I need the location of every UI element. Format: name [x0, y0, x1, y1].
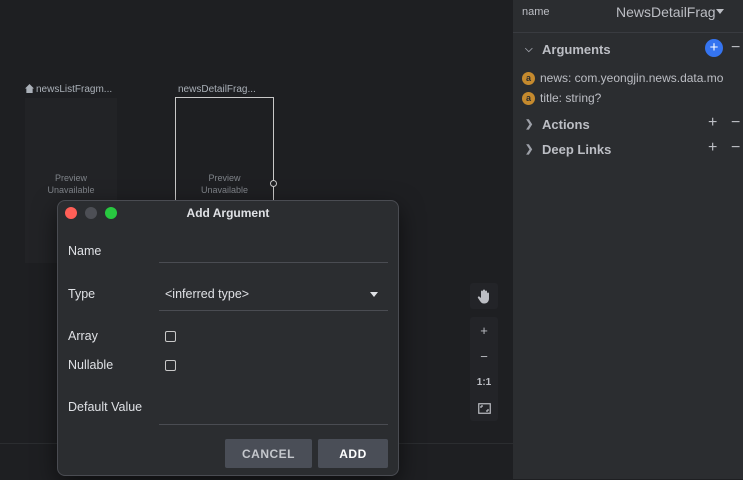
- array-label: Array: [68, 329, 98, 343]
- argument-icon: a: [522, 91, 535, 105]
- action-connector-handle[interactable]: [270, 180, 277, 187]
- type-select-underline: [159, 310, 388, 311]
- preview-line: Preview: [54, 173, 87, 183]
- divider: [513, 32, 743, 33]
- pan-toolbar: [470, 283, 498, 309]
- array-checkbox[interactable]: [165, 331, 176, 342]
- zoom-toolbar: + − 1:1: [470, 317, 498, 421]
- add-argument-button[interactable]: +: [705, 39, 723, 57]
- type-select[interactable]: <inferred type>: [165, 287, 249, 301]
- default-value-underline: [159, 424, 388, 425]
- add-deep-link-button[interactable]: +: [708, 140, 717, 156]
- chevron-down-icon: ⌵: [525, 44, 533, 55]
- pan-hand-icon[interactable]: [470, 283, 498, 309]
- fit-screen-icon[interactable]: [470, 395, 498, 421]
- preview-unavailable-label: Preview Unavailable: [25, 172, 117, 196]
- section-arguments-label: Arguments: [542, 42, 611, 57]
- preview-line: Unavailable: [47, 185, 95, 195]
- section-arguments[interactable]: ⌵ Arguments: [525, 42, 611, 57]
- section-deep-links-label: Deep Links: [542, 142, 612, 157]
- name-label: Name: [68, 244, 102, 258]
- remove-deep-link-button[interactable]: −: [731, 140, 740, 156]
- argument-item[interactable]: a news: com.yeongjin.news.data.mo: [522, 71, 723, 85]
- chevron-right-icon: ❯: [525, 144, 534, 155]
- fragment-title-news-list: newsListFragm...: [25, 84, 112, 95]
- nullable-label: Nullable: [68, 358, 114, 372]
- fragment-title-news-detail: newsDetailFrag...: [178, 84, 256, 95]
- preview-unavailable-label: Preview Unavailable: [176, 172, 273, 196]
- zoom-out-button[interactable]: −: [470, 343, 498, 369]
- name-property-label: name: [522, 6, 550, 18]
- default-value-input[interactable]: [165, 395, 388, 417]
- name-input-underline: [159, 262, 388, 263]
- argument-label: title: string?: [540, 91, 602, 105]
- section-deep-links[interactable]: ❯ Deep Links: [525, 142, 611, 157]
- add-argument-dialog: Add Argument Name Type <inferred type> A…: [57, 200, 399, 476]
- chevron-right-icon: ❯: [525, 119, 534, 130]
- dialog-title: Add Argument: [186, 206, 270, 220]
- fragment-title-text: newsDetailFrag...: [178, 84, 256, 95]
- name-property-value[interactable]: NewsDetailFrag: [616, 4, 716, 20]
- section-actions-label: Actions: [542, 117, 590, 132]
- argument-label: news: com.yeongjin.news.data.mo: [540, 71, 724, 85]
- remove-action-button[interactable]: −: [731, 115, 740, 131]
- zoom-in-button[interactable]: +: [470, 317, 498, 343]
- fragment-node-news-detail[interactable]: Preview Unavailable: [175, 97, 274, 207]
- preview-line: Preview: [208, 173, 241, 183]
- chevron-down-icon[interactable]: [370, 292, 378, 297]
- type-label: Type: [68, 287, 96, 301]
- actual-size-button[interactable]: 1:1: [470, 369, 498, 395]
- remove-argument-button[interactable]: −: [731, 40, 740, 56]
- default-value-label: Default Value: [68, 400, 143, 414]
- cancel-button[interactable]: CANCEL: [225, 439, 312, 468]
- fragment-title-text: newsListFragm...: [36, 84, 113, 95]
- nullable-checkbox[interactable]: [165, 360, 176, 371]
- section-actions[interactable]: ❯ Actions: [525, 117, 590, 132]
- name-input[interactable]: [165, 239, 388, 261]
- preview-line: Unavailable: [200, 185, 249, 195]
- attributes-panel: name NewsDetailFrag ⌵ Arguments + − a ne…: [513, 0, 743, 479]
- add-action-button[interactable]: +: [708, 115, 717, 131]
- argument-icon: a: [522, 71, 535, 85]
- add-button[interactable]: ADD: [318, 439, 388, 468]
- home-icon: [25, 84, 34, 93]
- argument-item[interactable]: a title: string?: [522, 91, 601, 105]
- chevron-down-icon[interactable]: [716, 9, 724, 14]
